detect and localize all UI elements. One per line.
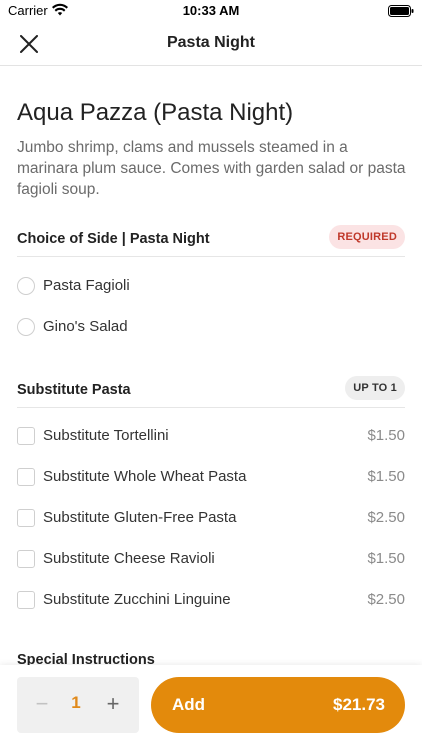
group-header-side: Choice of Side | Pasta Night REQUIRED (17, 225, 405, 257)
checkbox[interactable] (17, 509, 35, 527)
option-label: Pasta Fagioli (43, 277, 130, 294)
item-description: Jumbo shrimp, clams and mussels steamed … (17, 139, 406, 198)
option-substitute-zucchini-linguine[interactable]: Substitute Zucchini Linguine $2.50 (17, 586, 405, 616)
checkbox[interactable] (17, 427, 35, 445)
battery-icon (388, 5, 414, 17)
status-bar: Carrier 10:33 AM (0, 0, 422, 22)
option-ginos-salad[interactable]: Gino's Salad (17, 313, 405, 343)
screen: Carrier 10:33 AM Pasta Night Aqua Pazza … (0, 0, 422, 750)
group-title: Choice of Side | Pasta Night (17, 231, 210, 247)
option-price: $2.50 (367, 509, 405, 526)
option-label: Substitute Gluten-Free Pasta (43, 509, 237, 526)
item-detail-content[interactable]: Aqua Pazza (Pasta Night) Jumbo shrimp, c… (0, 67, 422, 665)
add-to-cart-button[interactable]: Add $21.73 (151, 677, 405, 733)
option-price: $1.50 (367, 550, 405, 567)
radio-button[interactable] (17, 318, 35, 336)
add-to-cart-bar: − 1 + Add $21.73 (0, 665, 422, 750)
decrement-button[interactable]: − (33, 693, 51, 715)
radio-button[interactable] (17, 277, 35, 295)
option-substitute-cheese-ravioli[interactable]: Substitute Cheese Ravioli $1.50 (17, 545, 405, 575)
checkbox[interactable] (17, 468, 35, 486)
option-substitute-gluten-free[interactable]: Substitute Gluten-Free Pasta $2.50 (17, 504, 405, 534)
group-title: Substitute Pasta (17, 382, 131, 398)
checkbox[interactable] (17, 591, 35, 609)
option-label: Substitute Zucchini Linguine (43, 591, 231, 608)
quantity-value: 1 (71, 693, 81, 712)
option-price: $1.50 (367, 468, 405, 485)
status-time: 10:33 AM (182, 3, 240, 18)
option-substitute-tortellini[interactable]: Substitute Tortellini $1.50 (17, 422, 405, 452)
option-pasta-fagioli[interactable]: Pasta Fagioli (17, 272, 405, 302)
option-substitute-whole-wheat[interactable]: Substitute Whole Wheat Pasta $1.50 (17, 463, 405, 493)
option-price: $2.50 (367, 591, 405, 608)
checkbox[interactable] (17, 550, 35, 568)
item-title: Aqua Pazza (Pasta Night) (17, 99, 294, 126)
option-label: Substitute Whole Wheat Pasta (43, 468, 247, 485)
special-instructions-heading: Special Instructions (17, 652, 155, 665)
total-price: $21.73 (333, 695, 385, 714)
option-label: Substitute Cheese Ravioli (43, 550, 215, 567)
group-header-substitute-pasta: Substitute Pasta UP TO 1 (17, 376, 405, 408)
option-label: Substitute Tortellini (43, 427, 169, 444)
limit-badge: UP TO 1 (345, 376, 405, 400)
nav-title: Pasta Night (166, 34, 255, 51)
option-price: $1.50 (367, 427, 405, 444)
option-label: Gino's Salad (43, 318, 128, 335)
increment-button[interactable]: + (103, 693, 123, 715)
quantity-stepper: − 1 + (17, 677, 139, 733)
required-badge: REQUIRED (329, 225, 405, 249)
nav-bar: Pasta Night (0, 22, 422, 66)
add-label: Add (172, 695, 206, 714)
